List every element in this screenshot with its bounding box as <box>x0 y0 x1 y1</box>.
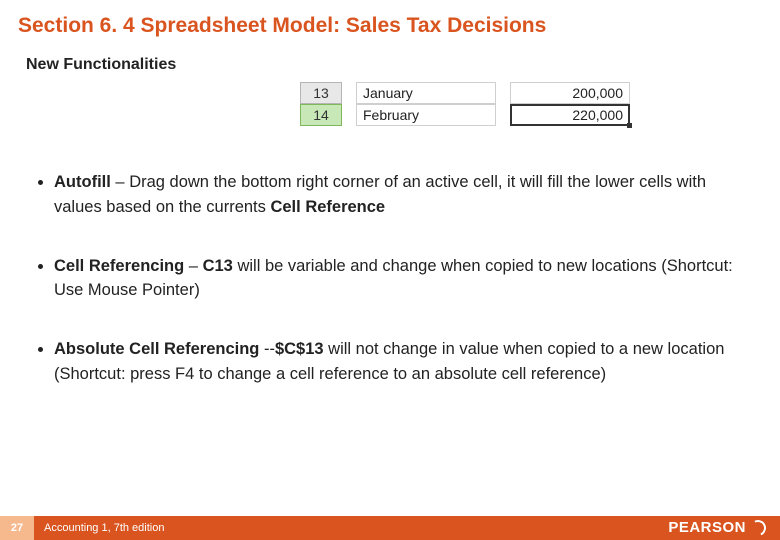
cell-value-active: 220,000 <box>510 104 630 126</box>
value-column: 200,000 220,000 <box>510 82 630 126</box>
row-header-column: 13 14 <box>300 82 342 126</box>
bullet-sep: – <box>184 257 202 275</box>
bullet-sep: – <box>111 173 129 191</box>
row-header-selected: 14 <box>300 104 342 126</box>
bullet-lead: Cell Referencing <box>54 257 184 275</box>
month-column: January February <box>356 82 496 126</box>
list-item: Cell Referencing – C13 will be variable … <box>54 254 746 304</box>
bullet-lead: Absolute Cell Referencing <box>54 340 259 358</box>
page-number: 27 <box>0 516 34 540</box>
spreadsheet-snippet: 13 14 January February 200,000 220,000 <box>300 82 630 126</box>
footer-text: Accounting 1, 7th edition <box>44 522 164 534</box>
page-title: Section 6. 4 Spreadsheet Model: Sales Ta… <box>0 0 780 44</box>
bullet-sep: -- <box>259 340 275 358</box>
bullet-bold: C13 <box>203 257 233 275</box>
row-header: 13 <box>300 82 342 104</box>
footer-bar: 27 Accounting 1, 7th edition PEARSON <box>0 516 780 540</box>
logo-text: PEARSON <box>668 519 746 536</box>
subtitle: New Functionalities <box>0 44 780 74</box>
list-item: Absolute Cell Referencing --$C$13 will n… <box>54 337 746 387</box>
pearson-logo: PEARSON <box>668 519 766 536</box>
bullet-list: Autofill – Drag down the bottom right co… <box>0 136 780 387</box>
slide: Section 6. 4 Spreadsheet Model: Sales Ta… <box>0 0 780 540</box>
cell-month: January <box>356 82 496 104</box>
bullet-bold: Cell Reference <box>270 198 385 216</box>
list-item: Autofill – Drag down the bottom right co… <box>54 170 746 220</box>
cell-month: February <box>356 104 496 126</box>
bullet-bold: $C$13 <box>275 340 324 358</box>
cell-value: 200,000 <box>510 82 630 104</box>
bullet-lead: Autofill <box>54 173 111 191</box>
logo-arc-icon <box>748 517 769 538</box>
